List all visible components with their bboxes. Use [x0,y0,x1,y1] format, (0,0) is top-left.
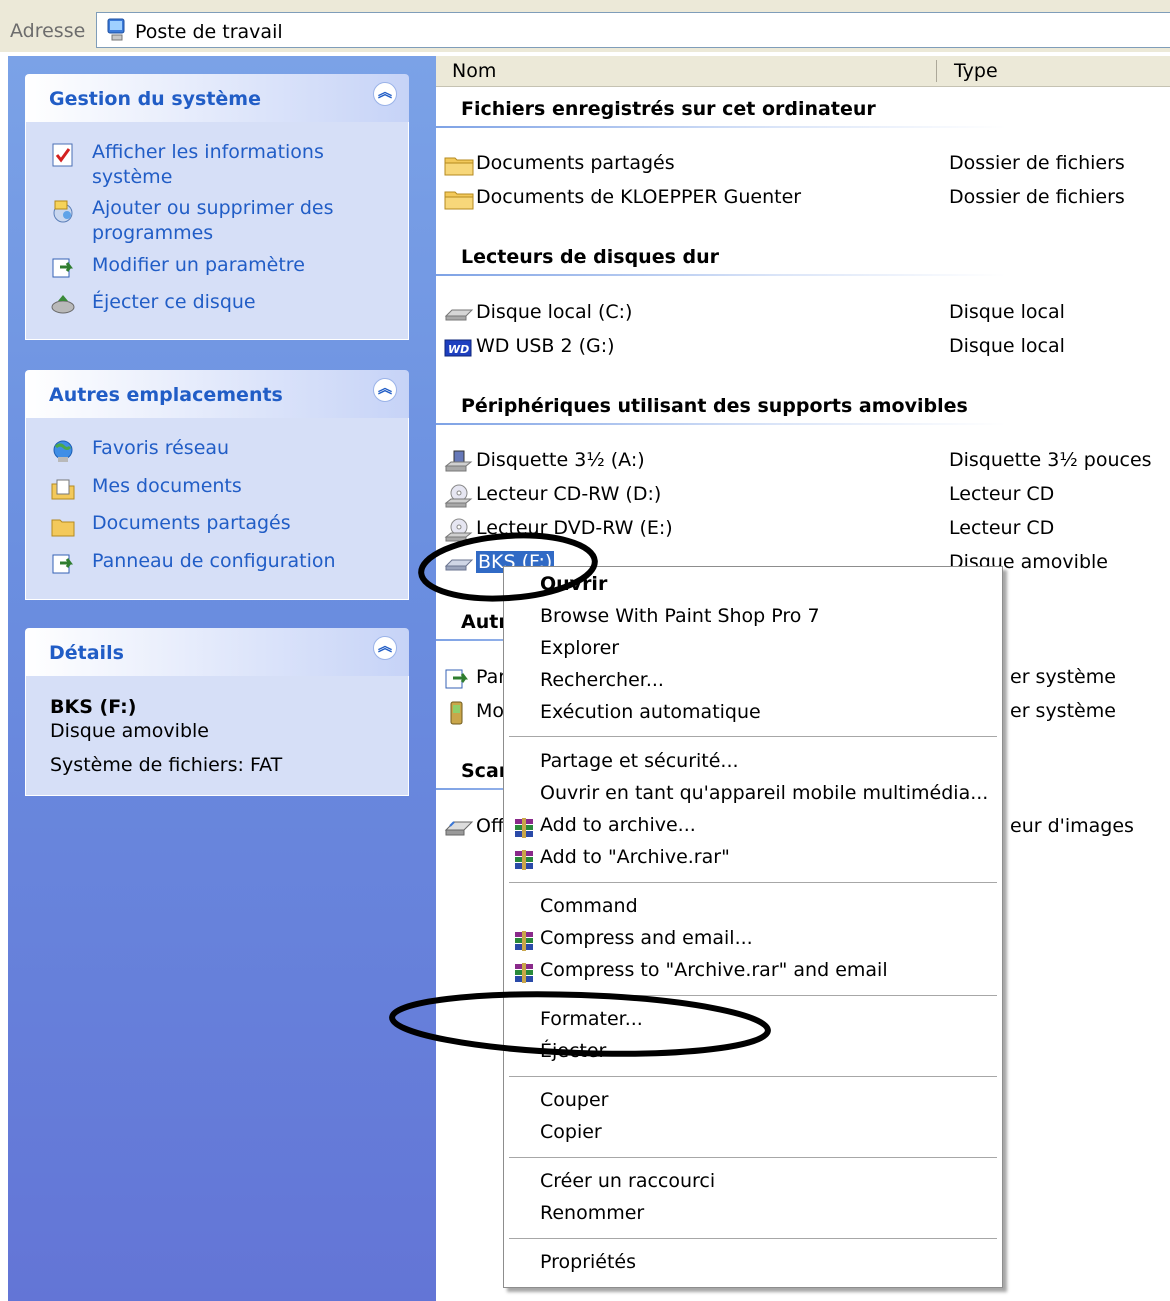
wd-drive-icon: WD [444,339,472,357]
menu-item-open-as-media-device[interactable]: Ouvrir en tant qu'appareil mobile multim… [504,779,1002,811]
list-item[interactable]: WD WD USB 2 (G:) Disque local [444,333,1170,363]
other-places-title: Autres emplacements [49,384,283,406]
menu-item-copy[interactable]: Copier [504,1118,1002,1150]
winrar-icon [515,963,533,983]
list-item[interactable]: Documents partagés Dossier de fichiers [444,150,1170,180]
menu-item-command[interactable]: Command [504,892,1002,924]
details-panel: Détails ︽ BKS (F:) Disque amovible Systè… [25,628,409,796]
menu-item-sharing[interactable]: Partage et sécurité... [504,747,1002,779]
menu-item-eject[interactable]: Éjecter [504,1037,1002,1069]
column-header-type[interactable]: Type [954,60,998,82]
details-header[interactable]: Détails ︽ [25,628,409,676]
system-tasks-panel: Gestion du système ︽ Afficher les inform… [25,74,409,340]
menu-separator [509,736,997,737]
cd-drive-icon [444,484,473,508]
collapse-chevron-icon[interactable]: ︽ [373,636,397,660]
group-header-removable: Périphériques utilisant des supports amo… [461,395,968,417]
menu-item-browse-psp[interactable]: Browse With Paint Shop Pro 7 [504,602,1002,634]
system-info-icon [52,143,73,167]
menu-separator [509,882,997,883]
floppy-icon [444,450,473,472]
group-header-scanners: Scar [461,760,509,782]
my-documents-icon [51,479,75,500]
group-divider [436,126,1006,128]
details-body: BKS (F:) Disque amovible Système de fich… [25,676,409,796]
control-panel-icon [52,554,73,574]
add-remove-programs-icon [53,200,73,223]
shared-folder-icon [51,519,75,537]
menu-separator [509,1157,997,1158]
folder-icon [444,157,474,176]
menu-item-create-shortcut[interactable]: Créer un raccourci [504,1167,1002,1199]
details-name: BKS (F:) [50,696,137,718]
network-places-icon [53,440,73,462]
list-item[interactable]: Disque local (C:) Disque local [444,299,1170,329]
task-pane: Gestion du système ︽ Afficher les inform… [8,56,436,1301]
address-label: Adresse [10,20,86,42]
menu-item-rename[interactable]: Renommer [504,1199,1002,1231]
menu-item-explore[interactable]: Explorer [504,634,1002,666]
menu-item-format[interactable]: Formater... [504,1005,1002,1037]
list-item[interactable]: Disquette 3½ (A:) Disquette 3½ pouces [444,447,1170,477]
menu-item-open[interactable]: Ouvrir [504,570,1002,602]
list-item[interactable]: Lecteur DVD-RW (E:) Lecteur CD [444,515,1170,545]
list-item[interactable]: Lecteur CD-RW (D:) Lecteur CD [444,481,1170,511]
menu-item-compress-rar-email[interactable]: Compress to "Archive.rar" and email [504,956,1002,988]
details-type: Disque amovible [50,720,209,742]
group-header-other: Autr [461,611,508,633]
folder-icon [444,191,474,210]
menu-item-properties[interactable]: Propriétés [504,1248,1002,1280]
group-divider [436,274,1006,276]
control-panel-icon [52,258,73,278]
winrar-icon [515,818,533,838]
context-menu: Ouvrir Browse With Paint Shop Pro 7 Expl… [503,566,1003,1288]
menu-separator [509,995,997,996]
list-item[interactable]: Documents de KLOEPPER Guenter Dossier de… [444,184,1170,214]
menu-item-add-to-archive[interactable]: Add to archive... [504,811,1002,843]
collapse-chevron-icon[interactable]: ︽ [373,82,397,106]
menu-item-cut[interactable]: Couper [504,1086,1002,1118]
column-header-bar: Nom Type [436,56,1170,87]
address-bar: Adresse Poste de travail [0,0,1170,52]
menu-separator [509,1238,997,1239]
address-field[interactable]: Poste de travail [96,12,1170,48]
mobile-device-icon [450,701,463,725]
group-header-stored-files: Fichiers enregistrés sur cet ordinateur [461,98,876,120]
hard-drive-icon [444,309,474,321]
collapse-chevron-icon[interactable]: ︽ [373,378,397,402]
details-title: Détails [49,642,124,664]
removable-drive-icon [444,559,474,571]
system-tasks-header[interactable]: Gestion du système ︽ [25,74,409,122]
winrar-icon [515,850,533,870]
system-tasks-title: Gestion du système [49,88,261,110]
scanner-icon [444,821,474,836]
details-filesystem: Système de fichiers: FAT [50,754,283,776]
other-places-header[interactable]: Autres emplacements ︽ [25,370,409,418]
menu-item-add-to-archive-rar[interactable]: Add to "Archive.rar" [504,843,1002,875]
group-header-hard-drives: Lecteurs de disques dur [461,246,720,268]
dvd-drive-icon [444,518,473,542]
winrar-icon [515,931,533,951]
system-tasks-body: Afficher les informations système Ajoute… [25,122,409,340]
group-divider [436,423,1006,425]
other-places-body: Favoris réseau Mes documents Documents p… [25,418,409,600]
menu-item-compress-email[interactable]: Compress and email... [504,924,1002,956]
column-separator[interactable] [936,60,937,82]
svg-text:WD: WD [448,343,469,356]
eject-disk-icon [51,295,75,314]
menu-separator [509,1076,997,1077]
menu-item-search[interactable]: Rechercher... [504,666,1002,698]
menu-item-autoplay[interactable]: Exécution automatique [504,698,1002,730]
control-panel-icon [445,669,468,689]
other-places-panel: Autres emplacements ︽ Favoris réseau Mes… [25,370,409,600]
my-computer-icon [107,18,125,41]
column-header-name[interactable]: Nom [452,60,496,82]
address-value: Poste de travail [135,21,283,43]
